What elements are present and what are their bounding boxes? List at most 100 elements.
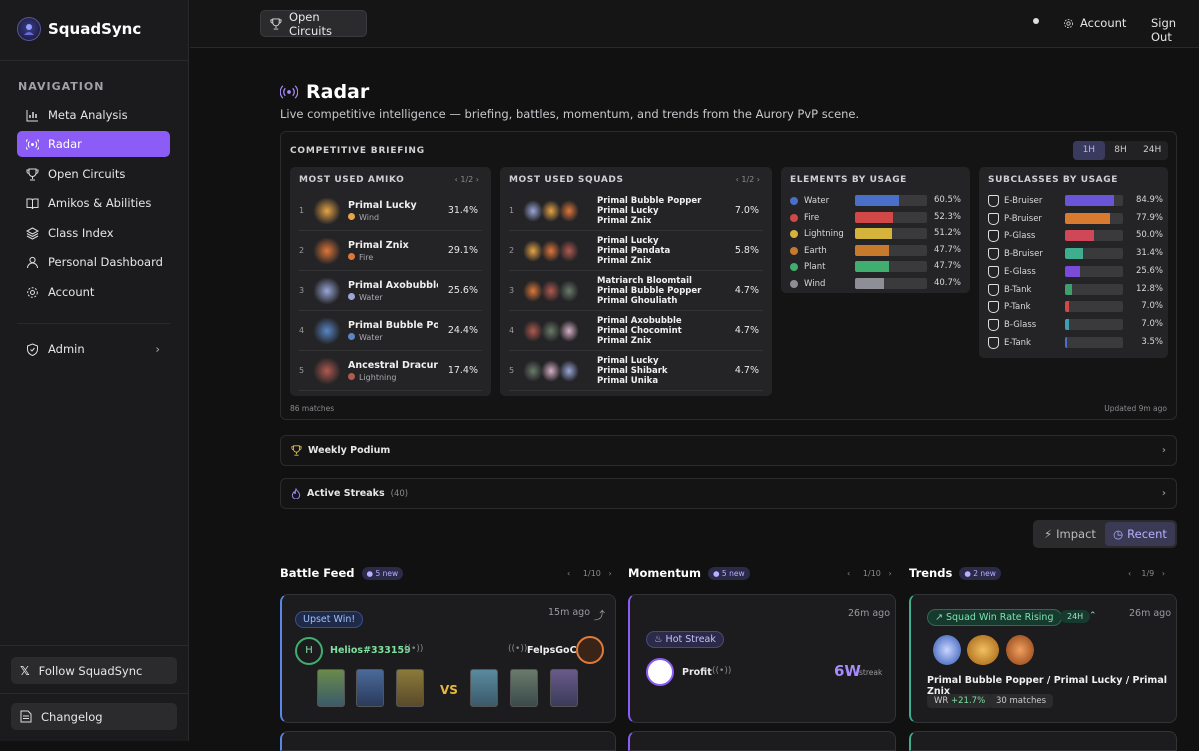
pager[interactable]: ‹ 1/2 › <box>736 175 760 184</box>
subclass-shield-icon <box>988 230 999 243</box>
element-label: Fire <box>348 252 438 262</box>
sidebar-item-admin[interactable]: Admin › <box>17 336 170 362</box>
status-dot-icon <box>1033 18 1039 24</box>
radar-icon: ((•)) <box>508 644 528 654</box>
squad-members: Primal Lucky Primal Pandata Primal Znix <box>597 236 670 266</box>
squad-thumbnails <box>523 239 589 262</box>
account-link[interactable]: Account <box>1063 16 1126 30</box>
usage-bar-fill <box>855 278 885 289</box>
usage-percent: 47.7% <box>933 244 961 255</box>
element-label: Water <box>348 292 438 302</box>
sidebar-item-label: Amikos & Abilities <box>48 196 152 210</box>
winner-name[interactable]: Helios#333159 <box>330 645 411 656</box>
sidebar-item-class-index[interactable]: Class Index <box>17 220 170 246</box>
amiko-row[interactable]: 4 Primal Bubble PopperWater 24.4% <box>299 311 482 351</box>
amiko-thumbnail <box>559 199 579 222</box>
momentum-title-text: Momentum <box>628 566 701 580</box>
squad-row[interactable]: 2 Primal Lucky Primal Pandata Primal Znix 5.… <box>509 231 763 271</box>
element-icon <box>348 212 355 220</box>
opponent-avatar <box>576 636 604 664</box>
bar-label: Lightning <box>790 227 844 241</box>
trends-pager[interactable]: ‹ 1/9 › <box>1128 569 1165 578</box>
usage-bar <box>1065 265 1123 277</box>
amiko-thumbnail <box>1006 635 1034 665</box>
pager[interactable]: ‹ 1/2 › <box>455 175 479 184</box>
window-badge: 24H <box>1060 610 1091 623</box>
timeframe-1h[interactable]: 1H <box>1073 141 1105 160</box>
amiko-thumbnail <box>559 279 579 302</box>
active-streaks-section[interactable]: Active Streaks (40) › <box>280 478 1177 509</box>
squad-row[interactable]: 4 Primal Axobubble Primal Chocomint Primal … <box>509 311 763 351</box>
open-circuits-button[interactable]: Open Circuits <box>260 10 367 38</box>
sidebar-item-radar[interactable]: Radar <box>17 131 170 157</box>
bar-label: B-Tank <box>988 283 1031 297</box>
sidebar-item-amikos-abilities[interactable]: Amikos & Abilities <box>17 190 170 216</box>
trend-card[interactable] <box>909 731 1177 751</box>
momentum-pager[interactable]: ‹ 1/10 › <box>847 569 892 578</box>
timeframe-8h[interactable]: 8H <box>1105 141 1137 160</box>
opponent-name[interactable]: FelpsGoC <box>527 645 577 656</box>
element-icon <box>790 246 798 255</box>
weekly-podium-section[interactable]: Weekly Podium › <box>280 435 1177 466</box>
bar-name: P-Glass <box>1004 231 1036 242</box>
bar-label: Water <box>790 194 829 208</box>
changelog-label: Changelog <box>41 709 103 724</box>
bar-label: E-Glass <box>988 265 1036 279</box>
usage-bar-fill <box>855 244 890 256</box>
bar-name: Plant <box>804 262 826 273</box>
sidebar-item-open-circuits[interactable]: Open Circuits <box>17 161 170 187</box>
sidebar-item-account[interactable]: Account <box>17 279 170 305</box>
bar-label: E-Tank <box>988 336 1031 350</box>
squad-row[interactable]: 1 Primal Bubble Popper Primal Lucky Primal … <box>509 191 763 231</box>
bar-name: E-Glass <box>1004 266 1036 277</box>
share-icon[interactable]: ⤴ <box>594 607 605 623</box>
team-card <box>470 669 498 707</box>
element-label: Water <box>348 332 438 342</box>
nav-heading: NAVIGATION <box>18 80 105 93</box>
card-title: SUBCLASSES BY USAGE <box>988 175 1118 185</box>
account-label: Account <box>1080 16 1127 30</box>
changelog-button[interactable]: Changelog <box>11 703 177 730</box>
squad-row[interactable]: 3 Matriarch Bloomtail Primal Bubble Popper… <box>509 271 763 311</box>
amiko-row[interactable]: 5 Ancestral DracurveLightning 17.4% <box>299 351 482 391</box>
usage-bar <box>1065 195 1123 206</box>
app-logo[interactable]: SquadSync <box>17 17 141 41</box>
sidebar-item-label: Radar <box>48 137 82 151</box>
sign-out-label: Sign Out <box>1151 16 1177 44</box>
clock-icon: ◷ <box>1113 527 1124 541</box>
topbar: Open Circuits Account Sign Out <box>190 0 1199 48</box>
page-indicator: 1/2 <box>741 175 755 184</box>
follow-button[interactable]: 𝕏 Follow SquadSync <box>11 657 177 684</box>
element-icon <box>790 263 798 272</box>
amiko-name: Primal Bubble Popper <box>348 319 438 331</box>
sidebar-item-meta-analysis[interactable]: Meta Analysis <box>17 102 170 128</box>
battle-card[interactable] <box>280 731 616 751</box>
trend-card[interactable]: ↗ Squad Win Rate Rising 24H ⌃ 26m ago Pr… <box>909 594 1177 723</box>
usage-bar <box>855 228 927 240</box>
radar-icon: ((•)) <box>712 666 732 676</box>
momentum-card[interactable]: 26m ago ♨ Hot Streak Profit ((•)) 6W str… <box>628 594 896 723</box>
impact-sort-button[interactable]: ⚡ Impact <box>1035 522 1105 546</box>
momentum-card[interactable] <box>628 731 896 751</box>
new-badge: ● 2 new <box>959 566 1001 580</box>
sign-out-link[interactable]: Sign Out <box>1151 16 1199 44</box>
sidebar-item-personal-dashboard[interactable]: Personal Dashboard <box>17 249 170 275</box>
amiko-info: Primal Znix Fire <box>348 240 438 262</box>
amiko-row[interactable]: 3 Primal Axobubble Water 25.6% <box>299 271 482 311</box>
battle-feed-pager[interactable]: ‹ 1/10 › <box>567 569 612 578</box>
recent-sort-button[interactable]: ◷ Recent <box>1105 522 1175 546</box>
shield-icon <box>27 342 38 356</box>
squad-row[interactable]: 5 Primal Lucky Primal Shibark Primal Unika 4… <box>509 351 763 391</box>
player-name[interactable]: Profit <box>682 667 712 678</box>
timeframe-24h[interactable]: 24H <box>1136 141 1168 160</box>
usage-percent: 4.7% <box>734 285 759 296</box>
bar-name: Lightning <box>804 229 844 240</box>
amiko-row[interactable]: 2 Primal Znix Fire 29.1% <box>299 231 482 271</box>
bar-name: E-Tank <box>1004 337 1031 348</box>
updated-time: Updated 9m ago <box>1104 404 1167 413</box>
amiko-row[interactable]: 1 Primal Lucky Wind 31.4% <box>299 191 482 231</box>
rank: 5 <box>509 366 515 375</box>
rank: 2 <box>509 246 515 255</box>
usage-percent: 52.3% <box>933 211 961 222</box>
recent-label: Recent <box>1127 527 1167 541</box>
